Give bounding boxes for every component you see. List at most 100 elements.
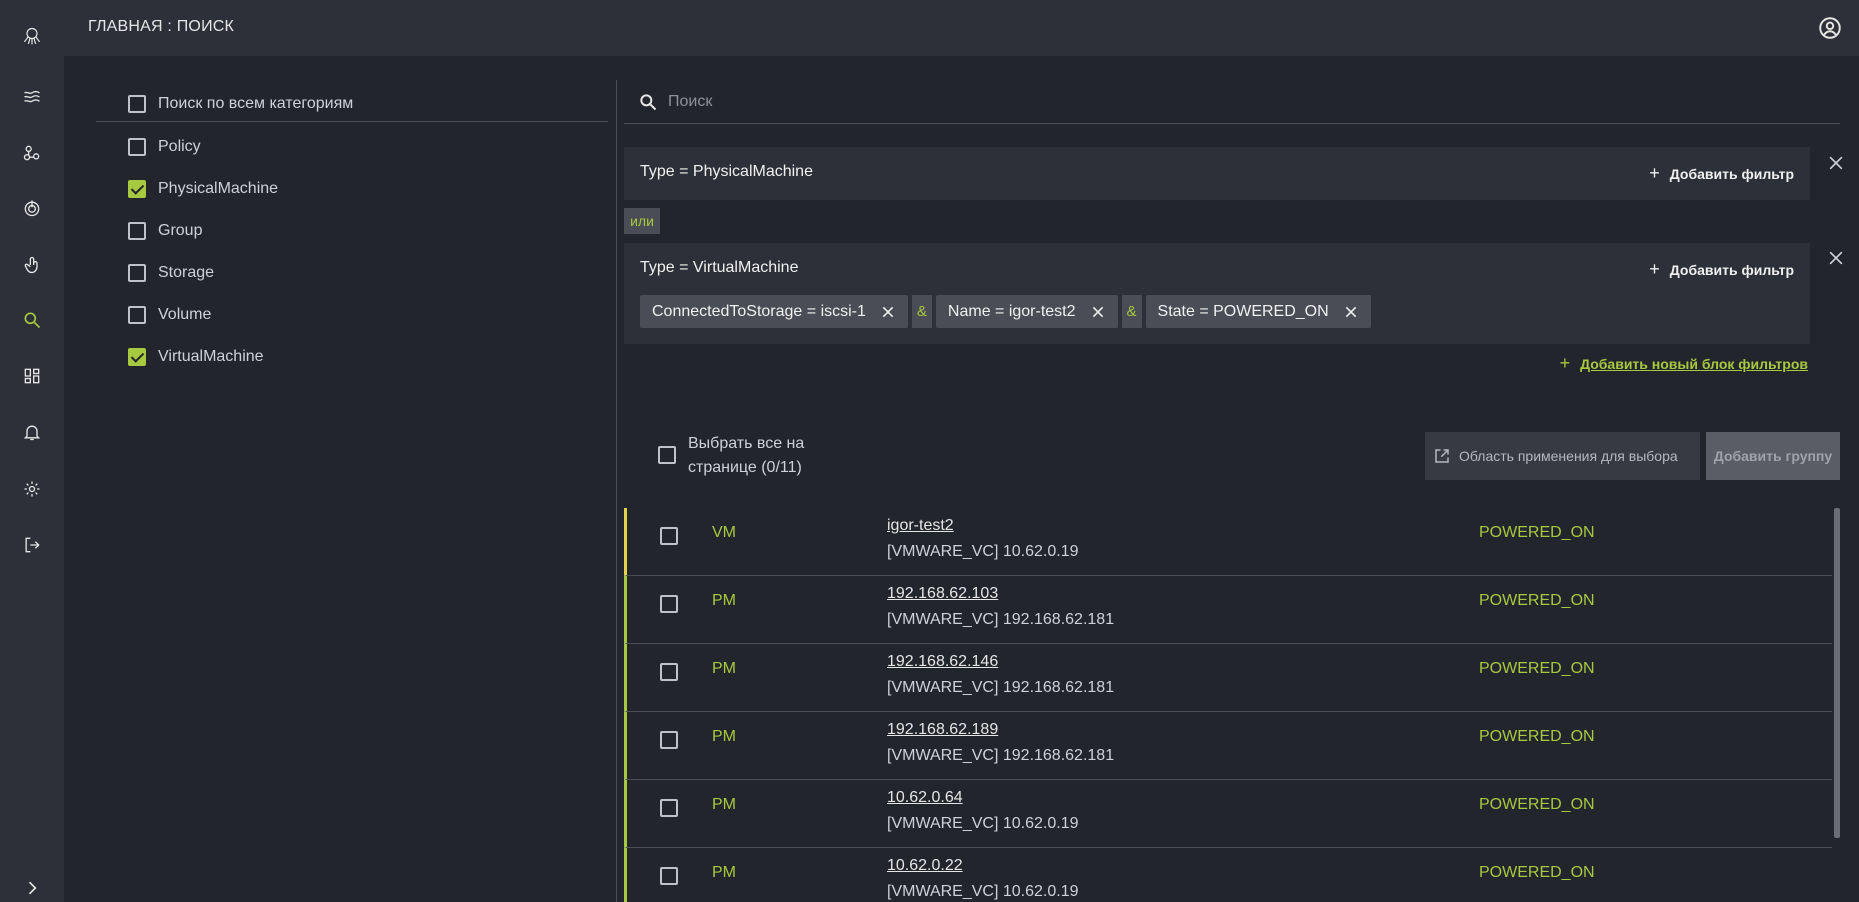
filter-chip-label: ConnectedToStorage = iscsi-1 (652, 302, 866, 320)
table-row[interactable]: PM 10.62.0.64 [VMWARE_VC] 10.62.0.19 POW… (624, 780, 1832, 848)
nodes-icon[interactable] (18, 139, 46, 167)
row-type: PM (712, 864, 736, 881)
chevron-right-icon[interactable] (18, 878, 46, 898)
search-input[interactable] (668, 89, 1768, 115)
category-label: VirtualMachine (158, 348, 264, 365)
close-icon[interactable] (880, 304, 896, 320)
filter-block-title: Type = VirtualMachine (640, 259, 799, 276)
row-checkbox[interactable] (660, 799, 678, 817)
category-label: Storage (158, 264, 215, 281)
filter-chip-storage[interactable]: ConnectedToStorage = iscsi-1 (640, 295, 908, 328)
close-filter-block-2-icon[interactable] (1826, 248, 1846, 268)
category-all[interactable]: Поиск по всем категориям (128, 92, 353, 116)
category-divider (96, 121, 608, 122)
add-filter-block-link[interactable]: + Добавить новый блок фильтров (1560, 353, 1808, 374)
table-row[interactable]: PM 192.168.62.189 [VMWARE_VC] 192.168.62… (624, 712, 1832, 780)
row-state: POWERED_ON (1479, 660, 1595, 677)
results-list: VM igor-test2 [VMWARE_VC] 10.62.0.19 POW… (624, 508, 1832, 902)
add-filter-block-label: Добавить новый блок фильтров (1580, 355, 1808, 372)
row-name-link[interactable]: 192.168.62.146 (887, 653, 998, 671)
category-checkbox[interactable] (128, 222, 146, 240)
category-group[interactable]: Group (128, 219, 202, 243)
close-icon[interactable] (1090, 304, 1106, 320)
row-state: POWERED_ON (1479, 864, 1595, 881)
touch-icon[interactable] (18, 251, 46, 279)
category-storage[interactable]: Storage (128, 261, 214, 285)
plus-icon: + (1649, 163, 1660, 183)
filter-chip-label: State = POWERED_ON (1157, 302, 1329, 320)
top-bar: ГЛАВНАЯ : ПОИСК (64, 0, 1859, 56)
table-row[interactable]: PM 192.168.62.146 [VMWARE_VC] 192.168.62… (624, 644, 1832, 712)
row-name-link[interactable]: 192.168.62.189 (887, 721, 998, 739)
filter-chip-name[interactable]: Name = igor-test2 (935, 295, 1118, 328)
add-filter-button[interactable]: + Добавить фильтр (1649, 163, 1794, 184)
row-source: [VMWARE_VC] 192.168.62.181 (887, 611, 1115, 628)
external-link-icon (1435, 449, 1449, 463)
category-label: Policy (158, 138, 201, 155)
add-group-button[interactable]: Добавить группу (1706, 432, 1840, 480)
row-type: VM (712, 524, 736, 541)
row-name-link[interactable]: 10.62.0.22 (887, 857, 963, 875)
dashboard-icon[interactable] (18, 362, 46, 390)
row-source: [VMWARE_VC] 10.62.0.19 (887, 815, 1079, 832)
row-source: [VMWARE_VC] 192.168.62.181 (887, 679, 1115, 696)
select-all[interactable]: Выбрать все на странице (0/11) (658, 432, 804, 480)
category-physicalmachine[interactable]: PhysicalMachine (128, 177, 278, 201)
category-volume[interactable]: Volume (128, 303, 211, 327)
table-row[interactable]: PM 192.168.62.103 [VMWARE_VC] 192.168.62… (624, 576, 1832, 644)
select-all-line-2: странице (0/11) (688, 459, 802, 476)
power-target-icon[interactable] (18, 194, 46, 222)
row-name-link[interactable]: igor-test2 (887, 517, 954, 535)
filter-chip-label: Name = igor-test2 (947, 302, 1076, 320)
add-filter-label: Добавить фильтр (1669, 165, 1794, 182)
row-type: PM (712, 592, 736, 609)
search-icon[interactable] (18, 306, 46, 334)
filter-block-title: Type = PhysicalMachine (640, 163, 813, 180)
close-filter-block-1-icon[interactable] (1826, 153, 1846, 173)
category-checkbox[interactable] (128, 180, 146, 198)
row-source: [VMWARE_VC] 192.168.62.181 (887, 747, 1115, 764)
table-row[interactable]: VM igor-test2 [VMWARE_VC] 10.62.0.19 POW… (624, 508, 1832, 576)
and-separator: & (911, 295, 932, 328)
filter-chip-state[interactable]: State = POWERED_ON (1145, 295, 1371, 328)
octopus-logo-icon[interactable] (18, 22, 46, 50)
row-type: PM (712, 660, 736, 677)
row-checkbox[interactable] (660, 595, 678, 613)
row-type: PM (712, 796, 736, 813)
category-all-checkbox[interactable] (128, 95, 146, 113)
filter-block-1: Type = PhysicalMachine + Добавить фильтр (624, 147, 1810, 200)
row-state: POWERED_ON (1479, 796, 1595, 813)
waves-icon[interactable] (18, 83, 46, 111)
filter-chips: ConnectedToStorage = iscsi-1 & Name = ig… (640, 295, 1371, 328)
scope-button[interactable]: Область применения для выбора (1425, 432, 1700, 480)
category-checkbox[interactable] (128, 264, 146, 282)
nav-rail (0, 0, 64, 902)
add-filter-button[interactable]: + Добавить фильтр (1649, 259, 1794, 280)
and-separator: & (1121, 295, 1142, 328)
filter-block-2: Type = VirtualMachine + Добавить фильтр … (624, 243, 1810, 344)
row-name-link[interactable]: 192.168.62.103 (887, 585, 998, 603)
row-checkbox[interactable] (660, 663, 678, 681)
row-name-link[interactable]: 10.62.0.64 (887, 789, 963, 807)
category-virtualmachine[interactable]: VirtualMachine (128, 345, 264, 369)
category-checkbox[interactable] (128, 348, 146, 366)
category-checkbox[interactable] (128, 306, 146, 324)
close-icon[interactable] (1343, 304, 1359, 320)
results-scrollbar[interactable] (1834, 508, 1840, 838)
category-checkbox[interactable] (128, 138, 146, 156)
gear-icon[interactable] (18, 475, 46, 503)
table-row[interactable]: PM 10.62.0.22 [VMWARE_VC] 10.62.0.19 POW… (624, 848, 1832, 902)
category-policy[interactable]: Policy (128, 135, 201, 159)
row-checkbox[interactable] (660, 867, 678, 885)
plus-icon: + (1559, 353, 1571, 373)
row-state: POWERED_ON (1479, 592, 1595, 609)
logout-icon[interactable] (18, 531, 46, 559)
row-checkbox[interactable] (660, 527, 678, 545)
bell-icon[interactable] (18, 418, 46, 446)
user-account-icon[interactable] (1817, 15, 1843, 41)
row-state: POWERED_ON (1479, 524, 1595, 541)
search-icon (638, 92, 658, 112)
search-bar (624, 80, 1840, 124)
select-all-checkbox[interactable] (658, 446, 676, 464)
row-checkbox[interactable] (660, 731, 678, 749)
